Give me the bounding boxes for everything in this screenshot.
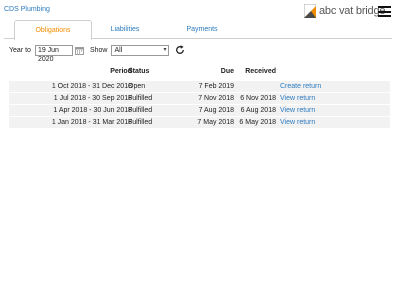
abc-logo-icon: [304, 4, 316, 18]
view-return-link[interactable]: View return: [280, 117, 315, 128]
year-to-date-input[interactable]: 19 Jun 2020: [34, 44, 73, 63]
tab-payments[interactable]: Payments: [163, 20, 241, 39]
hamburger-menu-icon[interactable]: [378, 6, 391, 17]
year-to-label: Year to: [9, 46, 31, 54]
view-return-link[interactable]: View return: [280, 93, 315, 104]
cell-status: Fulfilled: [128, 107, 153, 114]
create-return-link[interactable]: Create return: [280, 81, 321, 92]
column-header-due: Due: [220, 68, 234, 75]
cell-status: Fulfilled: [128, 119, 153, 126]
show-select[interactable]: All ▾: [111, 44, 170, 56]
table-row: 1 Oct 2018 - 31 Dec 2018 Open 7 Feb 2019…: [9, 81, 390, 92]
tab-obligations[interactable]: Obligations: [14, 20, 92, 40]
brand-logo: abc vat bridge: [304, 4, 386, 18]
filter-bar: Year to 19 Jun 2020 Show All ▾: [9, 44, 185, 63]
cell-received: 6 Nov 2018: [240, 95, 276, 102]
chevron-down-icon: ▾: [163, 46, 167, 53]
cell-received: 6 May 2018: [239, 119, 276, 126]
cell-due: 7 Feb 2019: [198, 83, 234, 90]
table-header-row: Period Status Due Received: [9, 66, 390, 77]
obligations-table: Period Status Due Received 1 Oct 2018 - …: [9, 66, 390, 129]
column-header-status: Status: [128, 68, 150, 75]
tab-bar: Obligations Liabilities Payments: [4, 20, 392, 40]
company-name-link[interactable]: CDS Plumbing: [4, 6, 50, 13]
cell-due: 7 Aug 2018: [198, 107, 234, 114]
cell-period: 1 Apr 2018 - 30 Jun 2018: [53, 107, 132, 114]
view-return-link[interactable]: View return: [280, 105, 315, 116]
cell-period: 1 Oct 2018 - 31 Dec 2018: [51, 83, 132, 90]
show-label: Show: [89, 46, 108, 54]
table-row: 1 Jul 2018 - 30 Sep 2018 Fulfilled 7 Nov…: [9, 93, 390, 104]
table-row: 1 Apr 2018 - 30 Jun 2018 Fulfilled 7 Aug…: [9, 105, 390, 116]
cell-period: 1 Jul 2018 - 30 Sep 2018: [53, 95, 132, 102]
calendar-icon[interactable]: [75, 46, 84, 55]
cell-period: 1 Jan 2018 - 31 Mar 2018: [51, 119, 132, 126]
cell-due: 7 May 2018: [197, 119, 234, 126]
cell-received: 6 Aug 2018: [240, 107, 276, 114]
show-select-value: All: [114, 46, 123, 54]
table-row: 1 Jan 2018 - 31 Mar 2018 Fulfilled 7 May…: [9, 117, 390, 128]
brand-name: abc vat bridge: [319, 5, 386, 17]
cell-status: Open: [128, 83, 146, 90]
cell-due: 7 Nov 2018: [198, 95, 234, 102]
column-header-received: Received: [245, 68, 276, 75]
cell-status: Fulfilled: [128, 95, 153, 102]
refresh-icon[interactable]: [175, 45, 185, 55]
tab-liabilities[interactable]: Liabilities: [86, 20, 164, 39]
